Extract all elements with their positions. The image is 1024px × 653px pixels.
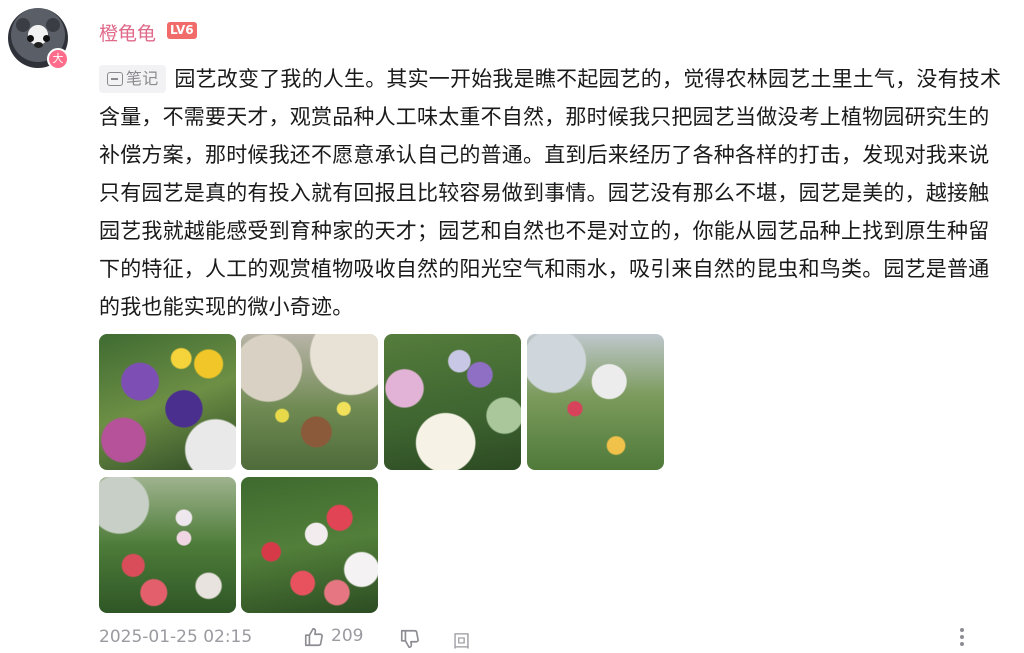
level-badge: LV6 xyxy=(167,22,197,39)
note-tag: 笔记 xyxy=(99,65,167,93)
thumbs-up-icon[interactable] xyxy=(303,626,325,648)
post-image-4[interactable] xyxy=(527,334,664,470)
avatar-eye xyxy=(27,35,34,42)
reply-button[interactable]: 回复 xyxy=(453,627,470,653)
timestamp: 2025-01-25 02:15 xyxy=(99,627,253,647)
note-tag-label: 笔记 xyxy=(126,69,159,88)
avatar-badge: 大 xyxy=(47,48,69,70)
thumbs-down-icon[interactable] xyxy=(399,628,421,650)
post-image-3[interactable] xyxy=(384,334,521,470)
avatar-snout xyxy=(34,42,43,48)
note-icon xyxy=(107,72,123,86)
avatar-eye xyxy=(43,35,50,42)
post-content: 笔记 园艺改变了我的人生。其实一开始我是瞧不起园艺的，觉得农林园艺土里土气，没有技… xyxy=(99,60,1009,326)
post-text: 园艺改变了我的人生。其实一开始我是瞧不起园艺的，觉得农林园艺土里土气，没有技术含… xyxy=(99,67,1002,319)
post-image-5[interactable] xyxy=(99,477,236,613)
avatar-ear xyxy=(46,18,60,32)
more-options-icon[interactable] xyxy=(958,628,966,648)
post-image-1[interactable] xyxy=(99,334,236,470)
username[interactable]: 橙龟龟 xyxy=(99,19,156,46)
post-image-2[interactable] xyxy=(241,334,378,470)
post-image-6[interactable] xyxy=(241,477,378,613)
like-count: 209 xyxy=(331,626,364,646)
avatar-ear xyxy=(16,18,30,32)
